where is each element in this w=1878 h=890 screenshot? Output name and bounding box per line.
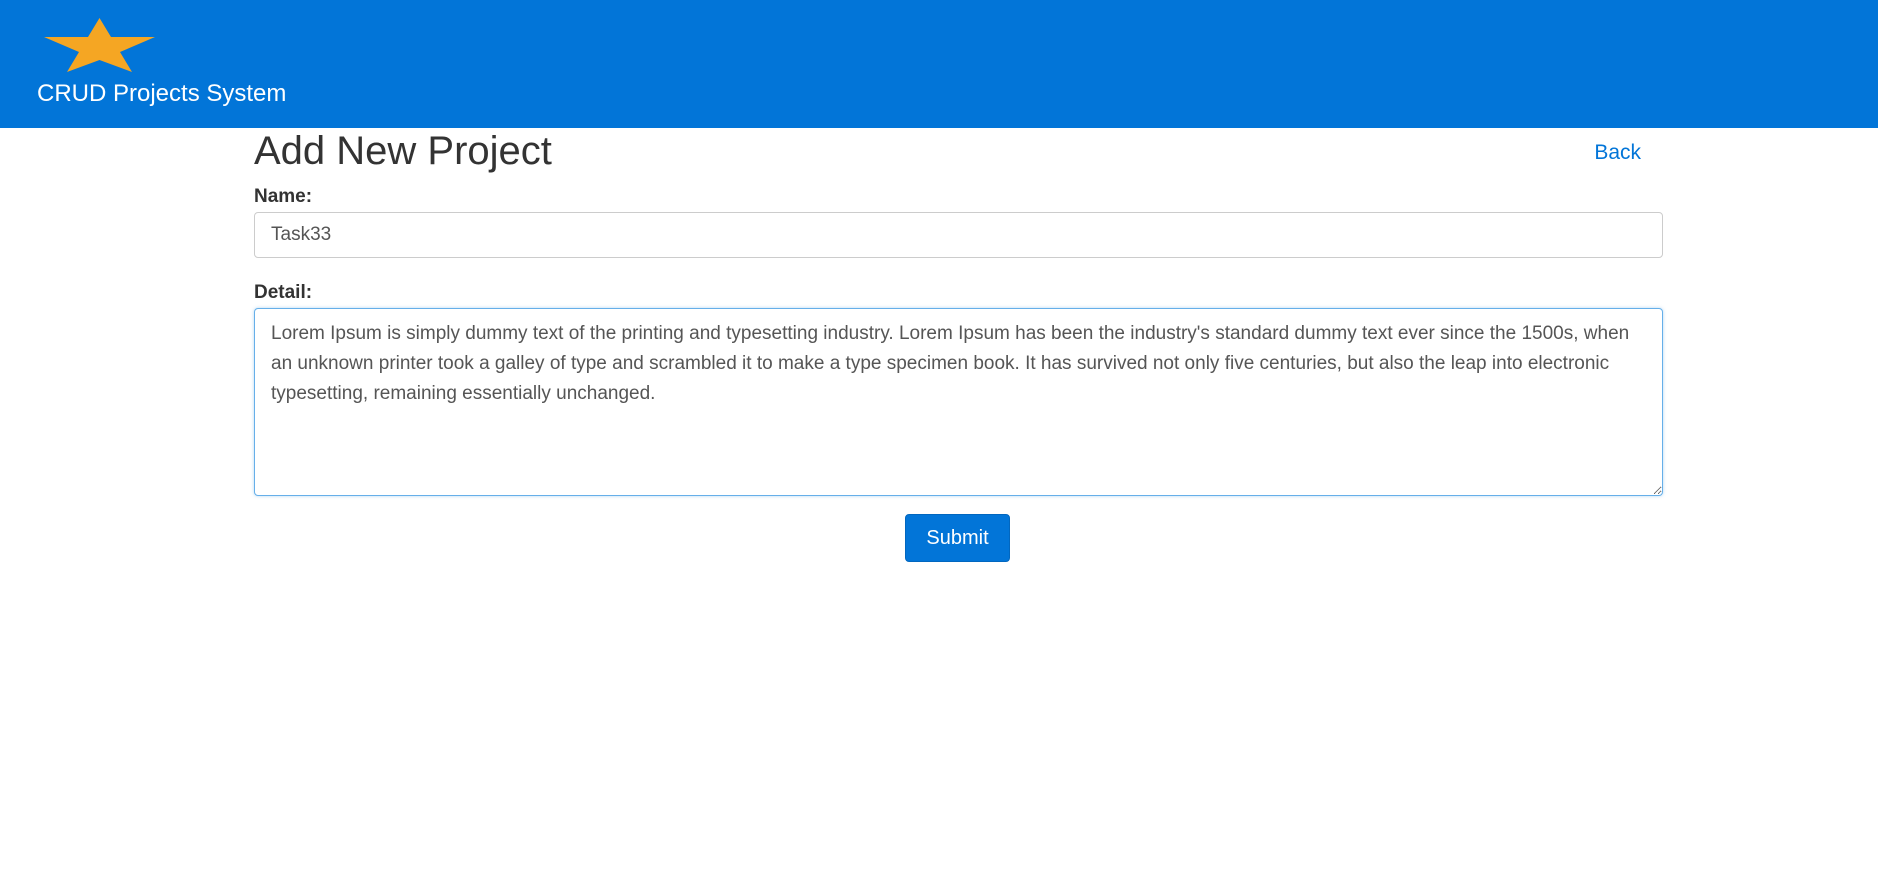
name-label: Name: [254,186,313,207]
brand-title[interactable]: CRUD Projects System [37,80,286,108]
top-navbar: CRUD Projects System [0,0,1878,128]
detail-textarea[interactable]: Lorem Ipsum is simply dummy text of the … [254,308,1663,496]
name-input[interactable] [254,212,1663,258]
page-title: Add New Project [254,129,552,173]
star-icon [44,18,155,72]
detail-label: Detail: [254,282,313,303]
back-link[interactable]: Back [1594,140,1641,166]
submit-button[interactable]: Submit [905,514,1010,562]
